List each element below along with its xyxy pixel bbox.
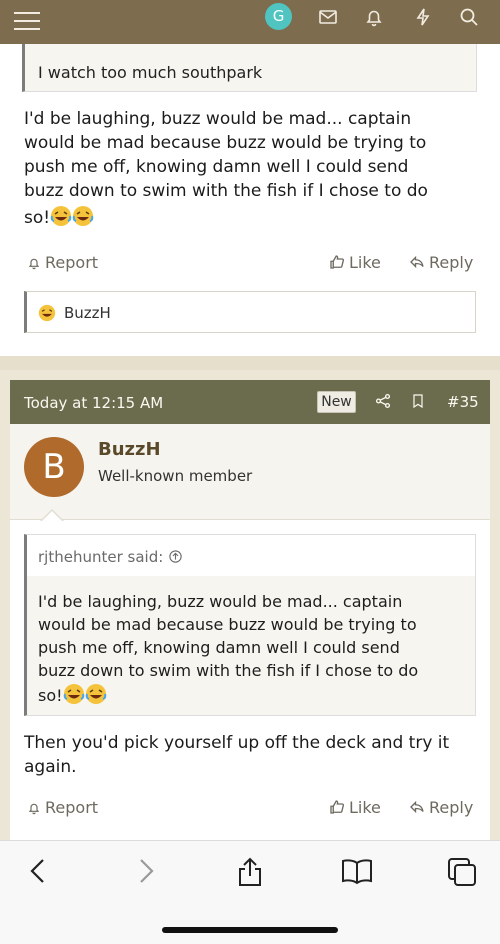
lightning-icon[interactable] — [411, 5, 435, 29]
like-label: Like — [349, 253, 381, 272]
bookmarks-icon[interactable] — [340, 856, 374, 886]
thumbs-up-icon — [330, 800, 345, 814]
post-body-line: I'd be laughing, buzz would be mad... ca… — [24, 109, 412, 129]
post-body-line: would be mad because buzz would be tryin… — [24, 133, 427, 153]
new-badge: New — [317, 391, 356, 413]
laughing-emoji-icon — [63, 684, 84, 704]
top-navigation-bar: G — [0, 0, 500, 44]
share-icon[interactable] — [374, 392, 392, 410]
post-body-line: push me off, knowing damn well I could s… — [24, 157, 409, 177]
report-button[interactable]: Report — [26, 798, 98, 817]
like-button[interactable]: Like — [328, 798, 381, 817]
report-label: Report — [45, 798, 99, 817]
laughing-emoji-icon — [38, 304, 56, 322]
quote-line-text: so! — [38, 686, 63, 705]
laughing-emoji-icon — [72, 206, 94, 226]
bell-icon — [28, 258, 40, 270]
report-button[interactable]: Report — [26, 253, 98, 272]
post-body-line: again. — [24, 757, 77, 777]
quote-line: so! — [38, 683, 468, 707]
share-icon[interactable] — [236, 856, 264, 888]
post-body-line: so! — [24, 205, 484, 230]
search-icon[interactable] — [457, 5, 481, 29]
tabs-icon[interactable] — [446, 856, 478, 888]
reply-label: Reply — [429, 798, 474, 817]
arrow-up-circle-icon[interactable] — [168, 549, 183, 564]
quote-author-label: rjthehunter said: — [38, 548, 164, 566]
report-label: Report — [45, 253, 99, 272]
menu-icon[interactable] — [10, 6, 44, 36]
reply-icon — [410, 255, 424, 269]
forward-icon[interactable] — [134, 856, 158, 886]
reactions-bar[interactable]: BuzzH — [24, 291, 476, 333]
quote-text: I watch too much southpark — [38, 63, 263, 82]
bell-icon[interactable] — [362, 5, 386, 29]
post-number[interactable]: #35 — [447, 393, 479, 411]
home-indicator — [162, 927, 338, 933]
laughing-emoji-icon — [85, 684, 106, 704]
quote-line: buzz down to swim with the fish if I cho… — [38, 661, 419, 680]
like-label: Like — [349, 798, 381, 817]
thumbs-up-icon — [330, 255, 345, 269]
quote-text: I'd be laughing, buzz would be mad... ca… — [38, 590, 468, 707]
laughing-emoji-icon — [50, 206, 72, 226]
avatar[interactable]: B — [24, 437, 84, 497]
user-title: Well-known member — [98, 467, 253, 485]
reply-label: Reply — [429, 253, 474, 272]
post-body-line: Then you'd pick yourself up off the deck… — [24, 733, 450, 753]
bookmark-icon[interactable] — [410, 392, 426, 410]
username[interactable]: BuzzH — [98, 439, 161, 460]
post-body-text: so! — [24, 208, 51, 228]
quote-author[interactable]: rjthehunter said: — [38, 548, 183, 566]
post-body-line: buzz down to swim with the fish if I cho… — [24, 181, 428, 201]
quote-line: push me off, knowing damn well I could s… — [38, 638, 400, 657]
message-pointer-inner — [41, 511, 63, 522]
post-timestamp[interactable]: Today at 12:15 AM — [24, 394, 163, 412]
reply-button[interactable]: Reply — [408, 798, 473, 817]
quote-line: I'd be laughing, buzz would be mad... ca… — [38, 592, 403, 611]
reply-button[interactable]: Reply — [408, 253, 473, 272]
back-icon[interactable] — [26, 856, 50, 886]
reaction-user[interactable]: BuzzH — [64, 304, 111, 322]
like-button[interactable]: Like — [328, 253, 381, 272]
reply-icon — [410, 800, 424, 814]
quote-line: would be mad because buzz would be tryin… — [38, 615, 417, 634]
mail-icon[interactable] — [316, 5, 340, 29]
bell-icon — [28, 803, 40, 815]
post-separator — [0, 356, 500, 370]
user-avatar-button[interactable]: G — [265, 3, 292, 30]
